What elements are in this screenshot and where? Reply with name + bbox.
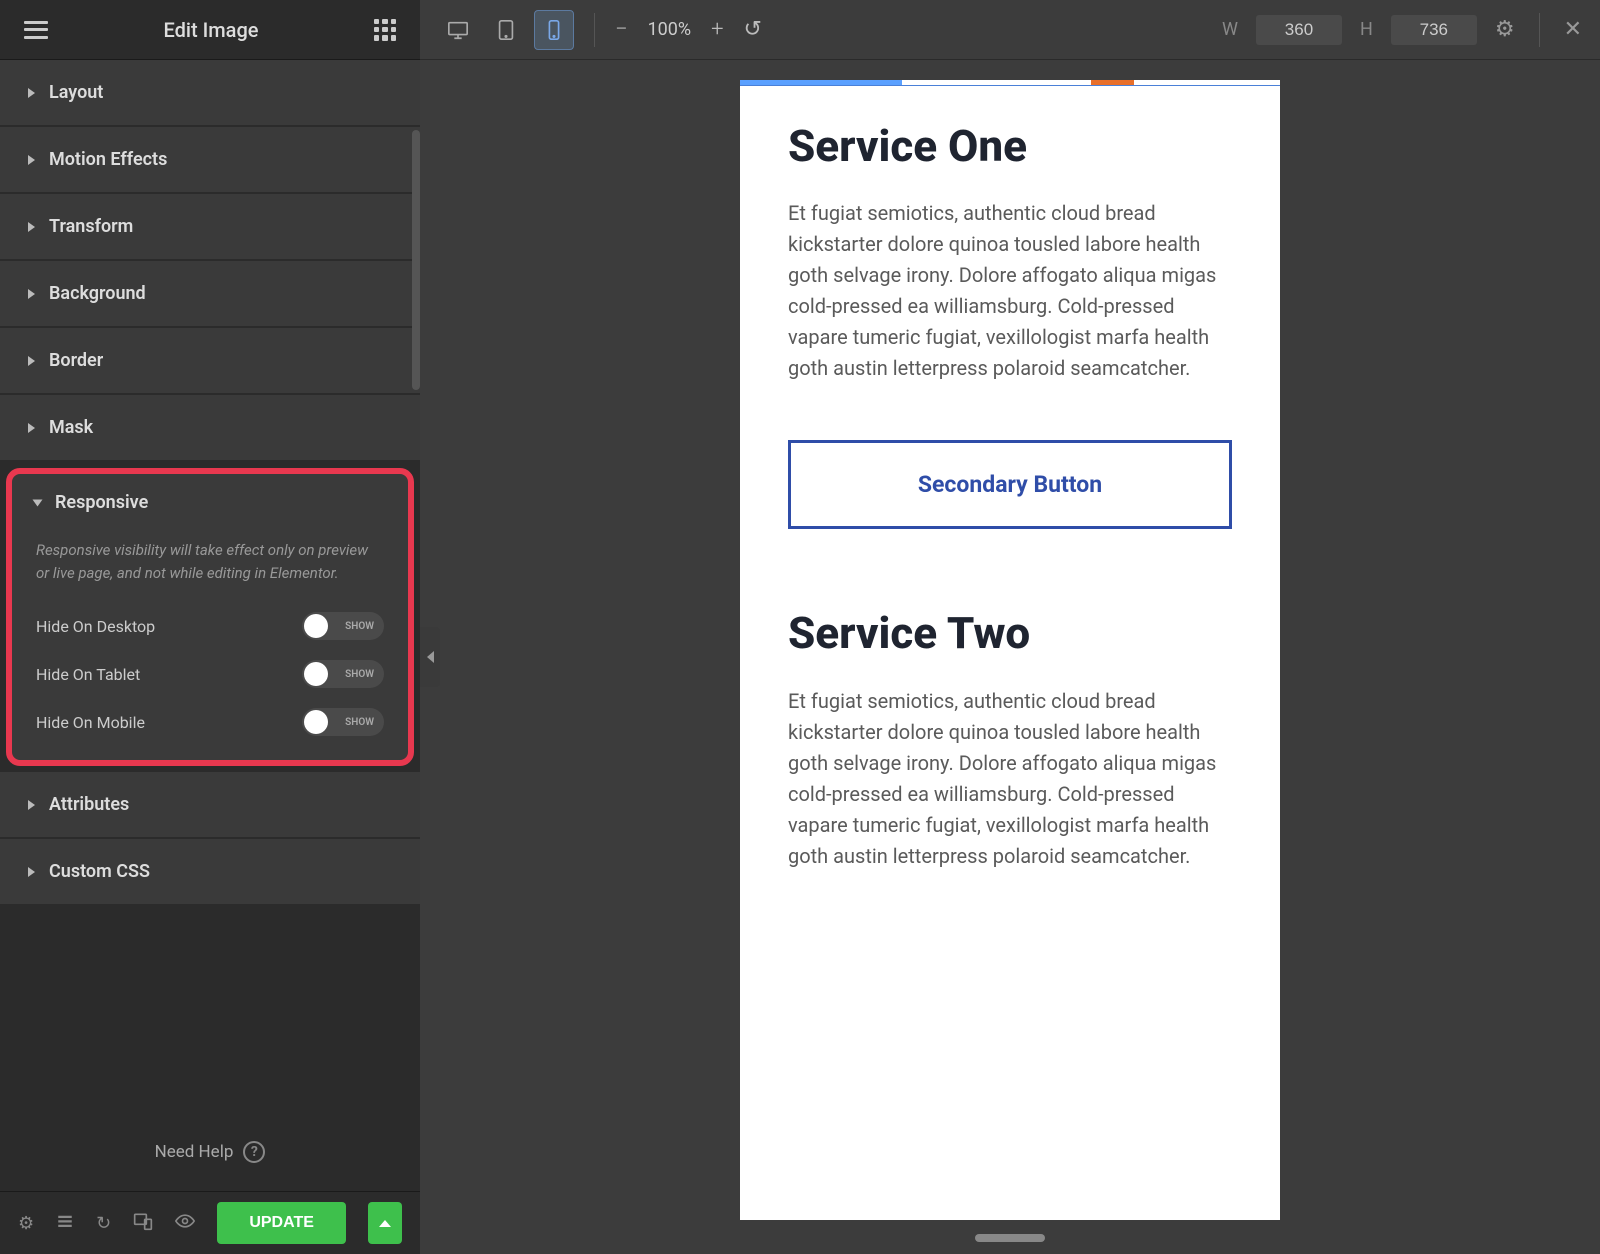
service-two-desc: Et fugiat semiotics, authentic cloud bre… bbox=[788, 686, 1232, 872]
section-transform-label: Transform bbox=[49, 216, 133, 237]
caret-right-icon bbox=[28, 356, 35, 366]
gear-icon[interactable]: ⚙ bbox=[1495, 17, 1515, 42]
hamburger-icon[interactable] bbox=[24, 21, 48, 39]
hide-on-mobile-toggle[interactable]: SHOW bbox=[302, 708, 384, 736]
need-help-link[interactable]: Need Help ? bbox=[0, 1113, 420, 1191]
section-layout[interactable]: Layout bbox=[0, 60, 420, 127]
need-help-label: Need Help bbox=[155, 1142, 234, 1162]
hide-on-desktop-toggle[interactable]: SHOW bbox=[302, 612, 384, 640]
hide-on-tablet-toggle[interactable]: SHOW bbox=[302, 660, 384, 688]
section-background[interactable]: Background bbox=[0, 261, 420, 328]
service-two-title: Service Two bbox=[788, 609, 1232, 657]
toggle-state-text: SHOW bbox=[345, 669, 374, 680]
zoom-out-button[interactable]: − bbox=[615, 17, 628, 42]
section-custom-css[interactable]: Custom CSS bbox=[0, 839, 420, 906]
zoom-in-button[interactable]: + bbox=[711, 17, 723, 42]
section-motion-effects[interactable]: Motion Effects bbox=[0, 127, 420, 194]
canvas-area: Service One Et fugiat semiotics, authent… bbox=[420, 60, 1600, 1254]
footer-bar: ⚙ ↻ UPDATE bbox=[0, 1191, 420, 1254]
height-label: H bbox=[1360, 19, 1373, 40]
section-custom-css-label: Custom CSS bbox=[49, 861, 150, 882]
section-responsive-label: Responsive bbox=[55, 492, 148, 513]
toggle-state-text: SHOW bbox=[345, 717, 374, 728]
device-desktop-button[interactable] bbox=[438, 10, 478, 50]
section-transform[interactable]: Transform bbox=[0, 194, 420, 261]
topbar-divider bbox=[594, 13, 595, 47]
caret-down-icon bbox=[33, 499, 43, 506]
toggle-state-text: SHOW bbox=[345, 621, 374, 632]
section-border-label: Border bbox=[49, 350, 103, 371]
sidebar-panel: Edit Image Layout Motion Effects Transfo… bbox=[0, 0, 420, 1254]
section-mask-label: Mask bbox=[49, 417, 93, 438]
service-one-title: Service One bbox=[788, 122, 1232, 170]
height-input[interactable] bbox=[1391, 15, 1477, 45]
device-mobile-button[interactable] bbox=[534, 10, 574, 50]
hide-on-tablet-row: Hide On Tablet SHOW bbox=[12, 650, 408, 698]
hide-on-desktop-row: Hide On Desktop SHOW bbox=[12, 602, 408, 650]
zoom-level: 100% bbox=[648, 19, 692, 40]
zoom-controls: − 100% + ↺ bbox=[615, 17, 762, 42]
section-border[interactable]: Border bbox=[0, 328, 420, 395]
topbar-divider bbox=[1539, 13, 1540, 47]
panel-title: Edit Image bbox=[163, 18, 258, 42]
history-icon[interactable]: ↻ bbox=[96, 1213, 111, 1234]
responsive-mode-icon[interactable] bbox=[133, 1211, 153, 1236]
device-buttons bbox=[438, 10, 574, 50]
caret-right-icon bbox=[28, 222, 35, 232]
topbar-right: W H ⚙ ✕ bbox=[1222, 13, 1582, 47]
secondary-button[interactable]: Secondary Button bbox=[788, 440, 1232, 529]
collapse-sidebar-handle[interactable] bbox=[420, 627, 440, 687]
service-one-desc: Et fugiat semiotics, authentic cloud bre… bbox=[788, 198, 1232, 384]
caret-right-icon bbox=[28, 289, 35, 299]
preview-top-border bbox=[740, 80, 1280, 86]
help-icon: ? bbox=[243, 1141, 265, 1163]
hide-on-mobile-label: Hide On Mobile bbox=[36, 713, 145, 732]
preview-icon[interactable] bbox=[175, 1211, 195, 1236]
sidebar-footer: Need Help ? ⚙ ↻ UPDATE bbox=[0, 1113, 420, 1254]
caret-right-icon bbox=[28, 800, 35, 810]
navigator-icon[interactable] bbox=[56, 1212, 74, 1235]
sidebar-header: Edit Image bbox=[0, 0, 420, 60]
sidebar-body: Layout Motion Effects Transform Backgrou… bbox=[0, 60, 420, 1113]
section-motion-effects-label: Motion Effects bbox=[49, 149, 167, 170]
caret-right-icon bbox=[28, 423, 35, 433]
hide-on-desktop-label: Hide On Desktop bbox=[36, 617, 155, 636]
responsive-note: Responsive visibility will take effect o… bbox=[12, 531, 408, 602]
settings-icon[interactable]: ⚙ bbox=[18, 1213, 34, 1234]
topbar: − 100% + ↺ W H ⚙ ✕ bbox=[420, 0, 1600, 60]
width-label: W bbox=[1222, 19, 1238, 40]
section-attributes-label: Attributes bbox=[49, 794, 129, 815]
main-area: − 100% + ↺ W H ⚙ ✕ Service One Et fugiat… bbox=[420, 0, 1600, 1254]
section-responsive[interactable]: Responsive bbox=[12, 474, 408, 531]
widgets-grid-icon[interactable] bbox=[374, 19, 396, 41]
sidebar-scrollbar[interactable] bbox=[412, 130, 420, 390]
caret-right-icon bbox=[28, 155, 35, 165]
mobile-preview: Service One Et fugiat semiotics, authent… bbox=[740, 80, 1280, 1220]
section-background-label: Background bbox=[49, 283, 146, 304]
update-button[interactable]: UPDATE bbox=[217, 1202, 346, 1244]
width-input[interactable] bbox=[1256, 15, 1342, 45]
responsive-highlight: Responsive Responsive visibility will ta… bbox=[6, 468, 414, 766]
hide-on-tablet-label: Hide On Tablet bbox=[36, 665, 140, 684]
hide-on-mobile-row: Hide On Mobile SHOW bbox=[12, 698, 408, 746]
caret-right-icon bbox=[28, 867, 35, 877]
section-mask[interactable]: Mask bbox=[0, 395, 420, 462]
bottom-drag-handle[interactable] bbox=[975, 1234, 1045, 1242]
section-attributes[interactable]: Attributes bbox=[0, 772, 420, 839]
section-layout-label: Layout bbox=[49, 82, 103, 103]
caret-right-icon bbox=[28, 88, 35, 98]
zoom-reset-button[interactable]: ↺ bbox=[744, 17, 762, 42]
update-options-button[interactable] bbox=[368, 1202, 402, 1244]
close-icon[interactable]: ✕ bbox=[1564, 17, 1582, 42]
device-tablet-button[interactable] bbox=[486, 10, 526, 50]
